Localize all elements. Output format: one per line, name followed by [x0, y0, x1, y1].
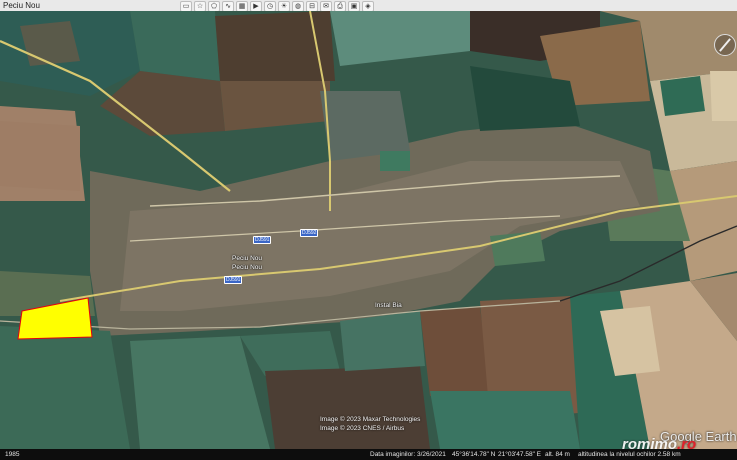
field	[265, 366, 430, 449]
eye-altitude-readout: altitudinea la nivelul ochilor 2.58 km	[578, 451, 681, 458]
place-label: Instal Bia	[375, 302, 402, 309]
pond	[380, 151, 410, 171]
status-bar: 1985 Data imaginilor: 3/26/2021 45°36'14…	[0, 449, 737, 460]
satellite-map[interactable]	[0, 11, 737, 449]
field	[660, 76, 705, 116]
latitude-readout: 45°36'14.78" N	[452, 451, 496, 458]
imagery-date: Data imaginilor: 3/26/2021	[370, 451, 446, 458]
scale-value: 1985	[5, 451, 20, 458]
elevation-readout: alt. 84 m	[545, 451, 570, 458]
village-area	[320, 91, 410, 161]
longitude-readout: 21°03'47.58" E	[498, 451, 542, 458]
field	[430, 391, 580, 449]
road-label: DJ591	[224, 276, 243, 284]
road-label: DJ591	[253, 236, 272, 244]
town-label: Peciu Nou	[232, 264, 262, 271]
field	[710, 71, 737, 121]
field	[340, 311, 425, 371]
attribution-line: Image © 2023 CNES / Airbus	[320, 425, 405, 432]
field	[130, 11, 220, 81]
field	[420, 306, 490, 396]
window-title: Peciu Nou	[3, 1, 40, 10]
road-label: DJ592	[300, 229, 319, 237]
attribution-line: Image © 2023 Maxar Technologies	[320, 416, 421, 423]
field	[0, 121, 80, 191]
toolbar: ▭ ☆ ⬠ ∿ ▦ ▶ ◷ ☀ ◍ ⊟ ✉ ⎙ ▣ ◈	[180, 0, 374, 12]
compass-icon[interactable]	[714, 34, 736, 56]
field	[0, 326, 130, 449]
field	[20, 21, 80, 66]
town-label: Peciu Nou	[232, 255, 262, 262]
